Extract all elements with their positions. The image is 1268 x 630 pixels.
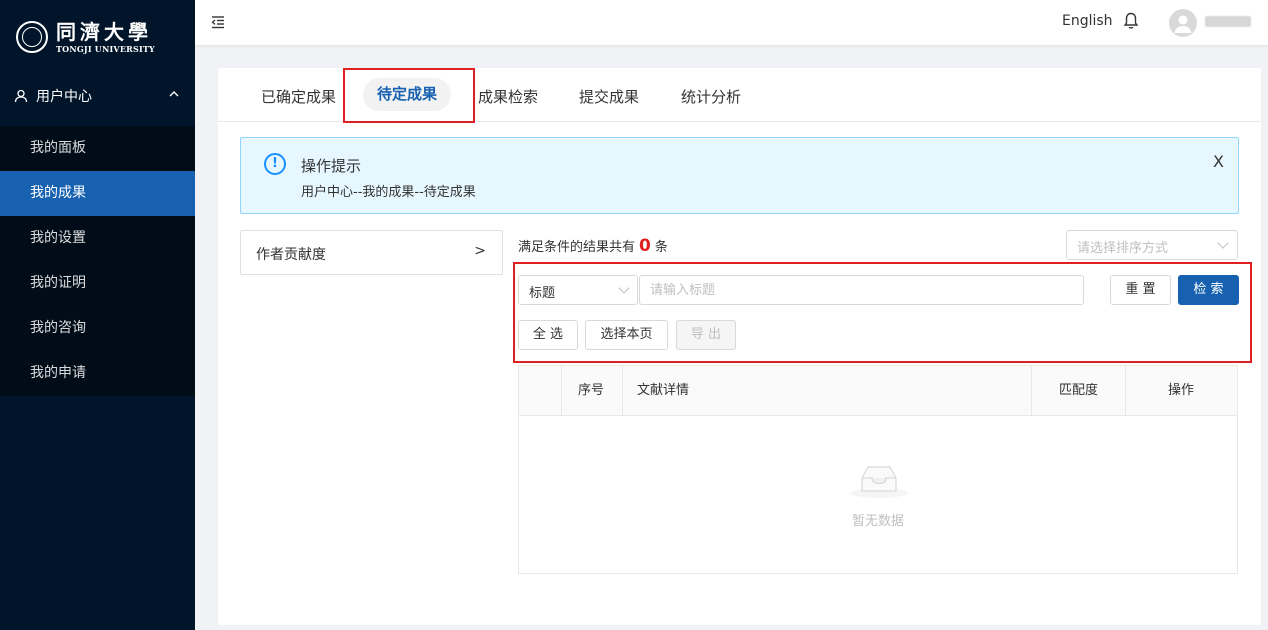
select-page-button[interactable]: 选择本页 [585,320,668,350]
column-divider [561,366,562,416]
alert-breadcrumb: 用户中心--我的成果--待定成果 [301,185,476,200]
column-divider [1031,366,1032,416]
column-header-details: 文献详情 [637,383,690,398]
menu-group-user-center: 用户中心 我的面板 我的成果 我的设置 我的证明 我的咨询 我的申请 [0,74,195,396]
highlight-box-tab [343,68,475,123]
logo-name-en: TONGJI UNIVERSITY [56,43,155,54]
empty-inbox-icon [850,466,908,498]
sort-select[interactable]: 请选择排序方式 [1066,230,1238,260]
column-header-match: 匹配度 [1059,383,1099,398]
sidebar-item-settings[interactable]: 我的设置 [0,216,195,261]
column-divider [1125,366,1126,416]
results-table: 序号 文献详情 匹配度 操作 暂无数据 [518,365,1238,574]
reset-button[interactable]: 重 置 [1110,275,1171,305]
search-field-value: 标题 [529,286,556,301]
menu-fold-icon[interactable] [211,15,225,29]
sidebar: 同濟大學 TONGJI UNIVERSITY 用户中心 我的面板 我的成果 我的… [0,0,195,630]
operation-tip-alert: ! 操作提示 用户中心--我的成果--待定成果 X [240,137,1239,214]
column-divider [622,366,623,416]
username-redacted [1205,16,1251,27]
sidebar-item-my-results[interactable]: 我的成果 [0,171,195,216]
search-input[interactable] [639,275,1084,305]
logo[interactable]: 同濟大學 TONGJI UNIVERSITY [0,0,195,74]
column-header-actions: 操作 [1168,383,1195,398]
alert-title: 操作提示 [301,157,362,175]
sidebar-item-consultation[interactable]: 我的咨询 [0,306,195,351]
close-icon[interactable]: X [1213,152,1224,171]
sidebar-item-certificates[interactable]: 我的证明 [0,261,195,306]
user-icon [14,89,28,103]
tab-statistics[interactable]: 统计分析 [681,86,741,107]
user-avatar-icon [1174,15,1192,33]
sidebar-item-applications[interactable]: 我的申请 [0,351,195,396]
tab-confirmed-results[interactable]: 已确定成果 [261,86,336,107]
result-count-prefix: 满足条件的结果共有 [518,240,636,255]
export-button: 导 出 [676,320,736,350]
university-seal-icon [16,21,48,53]
sort-select-placeholder: 请选择排序方式 [1077,241,1169,256]
main-card: 已确定成果 待定成果 成果检索 提交成果 统计分析 ! 操作提示 用户中心--我… [218,68,1261,625]
column-header-index: 序号 [578,383,605,398]
submenu: 我的面板 我的成果 我的设置 我的证明 我的咨询 我的申请 [0,126,195,396]
language-switch[interactable]: English [1062,13,1113,29]
author-contribution-filter[interactable]: 作者贡献度 > [240,230,503,275]
top-header: English [195,0,1268,45]
empty-text: 暂无数据 [852,514,905,529]
info-icon: ! [264,153,286,175]
chevron-right-icon: > [474,243,486,259]
sidebar-item-dashboard[interactable]: 我的面板 [0,126,195,171]
result-count: 满足条件的结果共有 0 条 [518,236,668,256]
search-field-select[interactable]: 标题 [518,275,638,305]
logo-name-cn: 同濟大學 [56,19,152,44]
select-all-button[interactable]: 全 选 [518,320,578,350]
result-count-suffix: 条 [654,240,668,255]
result-count-number: 0 [639,236,651,256]
avatar[interactable] [1169,9,1197,37]
tab-results-search[interactable]: 成果检索 [478,86,538,107]
bell-icon[interactable] [1123,12,1139,30]
menu-group-label: 用户中心 [36,89,92,105]
table-header: 序号 文献详情 匹配度 操作 [519,366,1237,416]
search-button[interactable]: 检 索 [1178,275,1239,305]
filter-label: 作者贡献度 [256,247,326,263]
menu-group-header[interactable]: 用户中心 [0,74,195,118]
chevron-down-icon [618,282,630,294]
chevron-down-icon [1217,237,1229,249]
tab-submit-results[interactable]: 提交成果 [579,86,639,107]
chevron-up-icon [169,91,179,97]
